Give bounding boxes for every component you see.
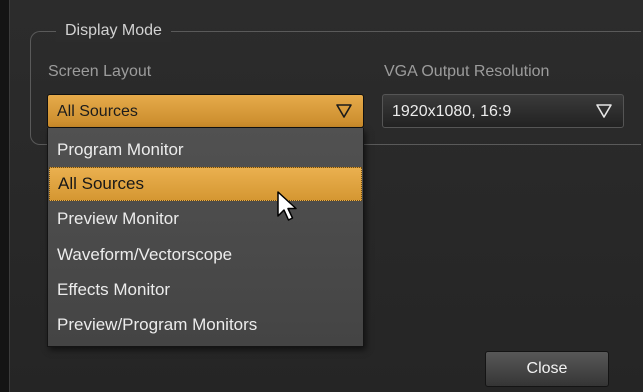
screen-layout-value: All Sources (57, 103, 138, 120)
option-effects-monitor[interactable]: Effects Monitor (49, 273, 362, 307)
vga-output-resolution-dropdown[interactable]: 1920x1080, 16:9 (382, 94, 624, 128)
screen-layout-dropdown[interactable]: All Sources (47, 94, 364, 128)
group-title: Display Mode (56, 20, 171, 42)
left-edge-border (0, 0, 10, 392)
triangle-down-outline-icon (336, 104, 352, 118)
option-waveform-vectorscope[interactable]: Waveform/Vectorscope (49, 238, 362, 272)
display-mode-dialog: Display Mode Screen Layout VGA Output Re… (0, 0, 643, 392)
close-button[interactable]: Close (485, 351, 609, 387)
mouse-pointer-icon (277, 191, 297, 221)
option-preview-program-monitors[interactable]: Preview/Program Monitors (49, 308, 362, 342)
option-program-monitor[interactable]: Program Monitor (49, 133, 362, 167)
screen-layout-options-list: Program Monitor All Sources Preview Moni… (47, 128, 364, 347)
triangle-down-outline-icon (596, 104, 612, 118)
vga-output-resolution-label: VGA Output Resolution (384, 63, 550, 80)
option-preview-monitor[interactable]: Preview Monitor (49, 202, 362, 236)
screen-layout-label: Screen Layout (48, 63, 152, 80)
option-all-sources[interactable]: All Sources (49, 167, 362, 201)
vga-output-resolution-value: 1920x1080, 16:9 (392, 103, 512, 120)
